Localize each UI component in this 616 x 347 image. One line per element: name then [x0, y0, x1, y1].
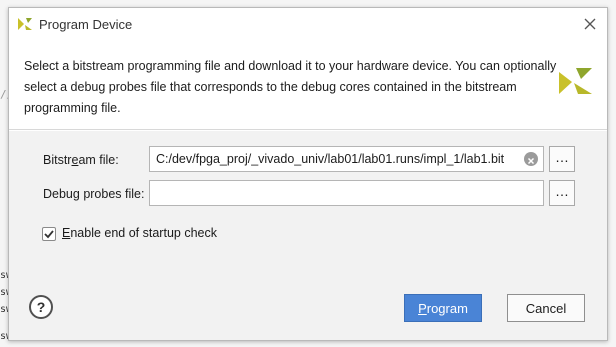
bitstream-file-input[interactable]: C:/dev/fpga_proj/_vivado_univ/lab01/lab0… [149, 146, 544, 172]
xilinx-logo-icon [559, 68, 592, 94]
startup-check-checkbox[interactable] [42, 227, 56, 241]
form-panel: Bitstream file: C:/dev/fpga_proj/_vivado… [9, 131, 607, 340]
help-icon: ? [36, 299, 46, 315]
help-button[interactable]: ? [29, 295, 53, 319]
debug-probes-browse-button[interactable]: … [549, 180, 575, 206]
checkmark-icon [44, 230, 54, 239]
program-device-dialog: Program Device Select a bitstream progra… [8, 7, 608, 341]
startup-check-label[interactable]: Enable end of startup check [62, 226, 217, 240]
dialog-description: Select a bitstream programming file and … [24, 59, 557, 115]
debug-probes-file-label: Debug probes file: [43, 187, 145, 201]
ellipsis-icon: … [555, 183, 569, 199]
bitstream-browse-button[interactable]: … [549, 146, 575, 172]
bitstream-file-value: C:/dev/fpga_proj/_vivado_univ/lab01/lab0… [156, 152, 505, 166]
dialog-title: Program Device [39, 17, 133, 32]
clear-icon[interactable] [524, 152, 538, 166]
description-panel: Select a bitstream programming file and … [9, 46, 607, 130]
close-icon [584, 18, 596, 30]
bitstream-file-label: Bitstream file: [43, 153, 119, 167]
clear-x-icon [527, 157, 535, 165]
xilinx-logo-icon [18, 18, 32, 30]
close-button[interactable] [581, 15, 599, 33]
program-button[interactable]: Program [404, 294, 482, 322]
cancel-button[interactable]: Cancel [507, 294, 585, 322]
ellipsis-icon: … [555, 149, 569, 165]
debug-probes-file-input[interactable] [149, 180, 544, 206]
dialog-titlebar[interactable]: Program Device [9, 8, 607, 40]
